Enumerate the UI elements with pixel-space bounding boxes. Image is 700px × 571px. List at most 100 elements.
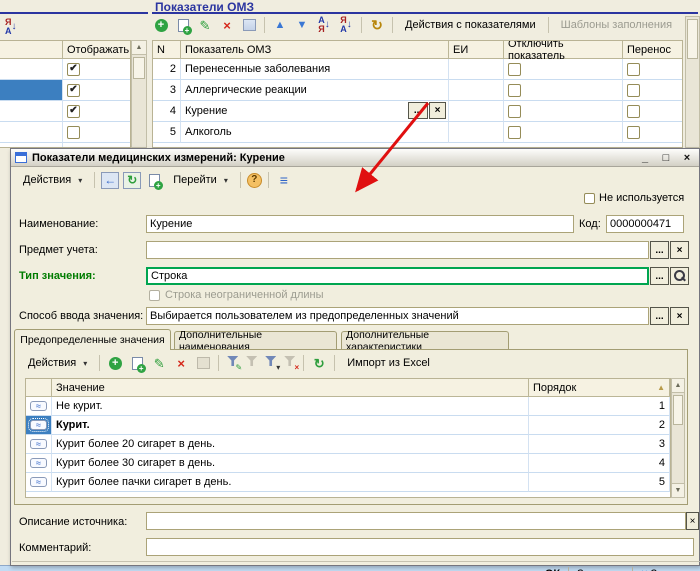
close-button[interactable]: × [679, 152, 695, 164]
scroll-up-icon[interactable]: ▲ [672, 379, 684, 393]
app-screen: Показатели ОМЗ Я А ↓ + ✎ × ▲ ▼ АЯ↓ ЯА↓ ↻… [0, 0, 700, 571]
value-row[interactable]: ≈ Не курит. 1 [26, 397, 670, 416]
clear-filter-icon[interactable]: × [282, 356, 297, 370]
display-checkbox[interactable]: ✔ [67, 63, 80, 76]
method-input[interactable]: Выбирается пользователем из предопределе… [146, 307, 649, 325]
dialog-body: Действия ← ↻ Перейти ? ≡ Не используется… [11, 167, 699, 565]
display-checkbox[interactable]: ✔ [67, 105, 80, 118]
copy-icon[interactable] [128, 355, 146, 372]
hidden-column-header [0, 41, 63, 59]
col-disable: Отключить показатель [504, 41, 623, 59]
values-scrollbar[interactable]: ▲ ▼ [671, 378, 685, 498]
disable-checkbox[interactable] [508, 126, 521, 139]
predefined-icon: ≈ [30, 439, 47, 449]
display-checkbox[interactable] [67, 126, 80, 139]
edit-icon[interactable]: ✎ [150, 355, 168, 372]
table-row[interactable] [0, 122, 130, 143]
filter-icon[interactable] [244, 356, 259, 370]
omz-table-scrollbar[interactable] [685, 16, 700, 148]
omz-row[interactable]: 2 Перенесенные заболевания [153, 59, 682, 80]
omz-row-editing[interactable]: 4 Курение ... × [153, 101, 682, 122]
dialog-titlebar[interactable]: Показатели медицинских измерений: Курени… [11, 149, 699, 167]
move-down-icon[interactable]: ▼ [293, 17, 311, 34]
choose-button[interactable]: ... [408, 102, 428, 119]
refresh-icon[interactable]: ↻ [310, 355, 328, 372]
type-input[interactable]: Строка [146, 267, 649, 285]
code-input[interactable]: 0000000471 [606, 215, 684, 233]
value-row[interactable]: ≈ Курит более 20 сигарет в день. 3 [26, 435, 670, 454]
value-row[interactable]: ≈ Курит более 30 сигарет в день. 4 [26, 454, 670, 473]
transfer-checkbox[interactable] [627, 63, 640, 76]
tab-additional-names[interactable]: Дополнительные наименования [174, 331, 337, 349]
unlimited-string-checkbox[interactable] [149, 290, 160, 301]
table-row[interactable]: ✔ [0, 80, 130, 101]
add-icon[interactable]: + [106, 355, 124, 372]
method-clear-button[interactable]: × [670, 307, 689, 325]
sort-asc-icon[interactable]: АЯ↓ [315, 17, 333, 34]
source-input[interactable] [146, 512, 686, 530]
maximize-button[interactable]: □ [658, 152, 674, 164]
omz-row[interactable]: 3 Аллергические реакции [153, 80, 682, 101]
type-choose-button[interactable]: ... [650, 267, 669, 285]
move-up-icon[interactable]: ▲ [271, 17, 289, 34]
transfer-checkbox[interactable] [627, 126, 640, 139]
sort-desc-icon[interactable]: Я А ↓ [5, 18, 17, 36]
transfer-checkbox[interactable] [627, 105, 640, 118]
value-row[interactable]: ≈ Курит более пачки сигарет в день. 5 [26, 473, 670, 492]
method-choose-button[interactable]: ... [650, 307, 669, 325]
set-ok-icon[interactable] [240, 17, 258, 34]
tab-predefined-values[interactable]: Предопределенные значения [14, 329, 171, 350]
delete-icon[interactable]: × [172, 355, 190, 372]
predefined-icon: ≈ [30, 420, 47, 430]
transfer-checkbox[interactable] [627, 84, 640, 97]
predefined-icon: ≈ [30, 401, 47, 411]
omz-row[interactable]: 5 Алкоголь [153, 122, 682, 143]
name-input[interactable]: Курение [146, 215, 574, 233]
copy-icon[interactable] [145, 172, 163, 189]
table-row[interactable]: ✔ [0, 59, 130, 80]
display-checkbox[interactable]: ✔ [67, 84, 80, 97]
list-icon[interactable]: ≡ [275, 172, 293, 189]
refresh-icon[interactable]: ↻ [123, 172, 141, 189]
footer-divider [12, 561, 700, 562]
scroll-up-icon[interactable]: ▲ [132, 41, 146, 55]
delete-icon[interactable]: × [218, 17, 236, 34]
values-toolbar: Действия + ✎ × ✎ ▾ × ↻ Импорт из Excel [22, 354, 436, 372]
type-search-button[interactable] [670, 267, 689, 285]
scroll-down-icon[interactable]: ▼ [672, 483, 684, 497]
edit-icon[interactable]: ✎ [196, 17, 214, 34]
goto-menu-button[interactable]: Перейти [167, 173, 234, 187]
disable-checkbox[interactable] [508, 63, 521, 76]
subject-choose-button[interactable]: ... [650, 241, 669, 259]
actions-menu-button[interactable]: Действия [22, 356, 93, 370]
fill-templates-button[interactable]: Шаблоны заполнения [555, 18, 678, 32]
restore-icon[interactable]: ↻ [368, 17, 386, 34]
display-table: Отображать ✔ ✔ ✔ ования [0, 40, 131, 148]
set-ok-icon[interactable] [194, 355, 212, 372]
source-clear-button[interactable]: × [686, 512, 699, 530]
minimize-button[interactable]: _ [637, 152, 653, 164]
disable-checkbox[interactable] [508, 84, 521, 97]
disable-checkbox[interactable] [508, 105, 521, 118]
not-used-checkbox[interactable] [584, 193, 595, 204]
copy-icon[interactable] [174, 17, 192, 34]
filter-settings-icon[interactable]: ✎ [225, 356, 240, 370]
left-table-scrollbar[interactable]: ▲ [131, 40, 147, 148]
value-row-selected[interactable]: ≈ Курит. 2 [26, 416, 670, 435]
add-icon[interactable]: + [152, 17, 170, 34]
subject-clear-button[interactable]: × [670, 241, 689, 259]
subject-input[interactable] [146, 241, 649, 259]
sort-desc-icon[interactable]: ЯА↓ [337, 17, 355, 34]
tab-additional-characteristics[interactable]: Дополнительные характеристики [341, 331, 509, 349]
actions-with-indicators-button[interactable]: Действия с показателями [399, 18, 542, 32]
import-excel-button[interactable]: Импорт из Excel [341, 356, 436, 370]
col-transfer: Перенос [623, 41, 683, 59]
filter-by-value-icon[interactable]: ▾ [263, 356, 278, 370]
clear-button[interactable]: × [429, 102, 446, 119]
help-icon[interactable]: ? [247, 173, 262, 188]
predefined-icon: ≈ [30, 458, 47, 468]
comment-input[interactable] [146, 538, 694, 556]
table-row[interactable]: ✔ [0, 101, 130, 122]
reread-icon[interactable]: ← [101, 172, 119, 189]
actions-menu-button[interactable]: Действия [17, 173, 88, 187]
